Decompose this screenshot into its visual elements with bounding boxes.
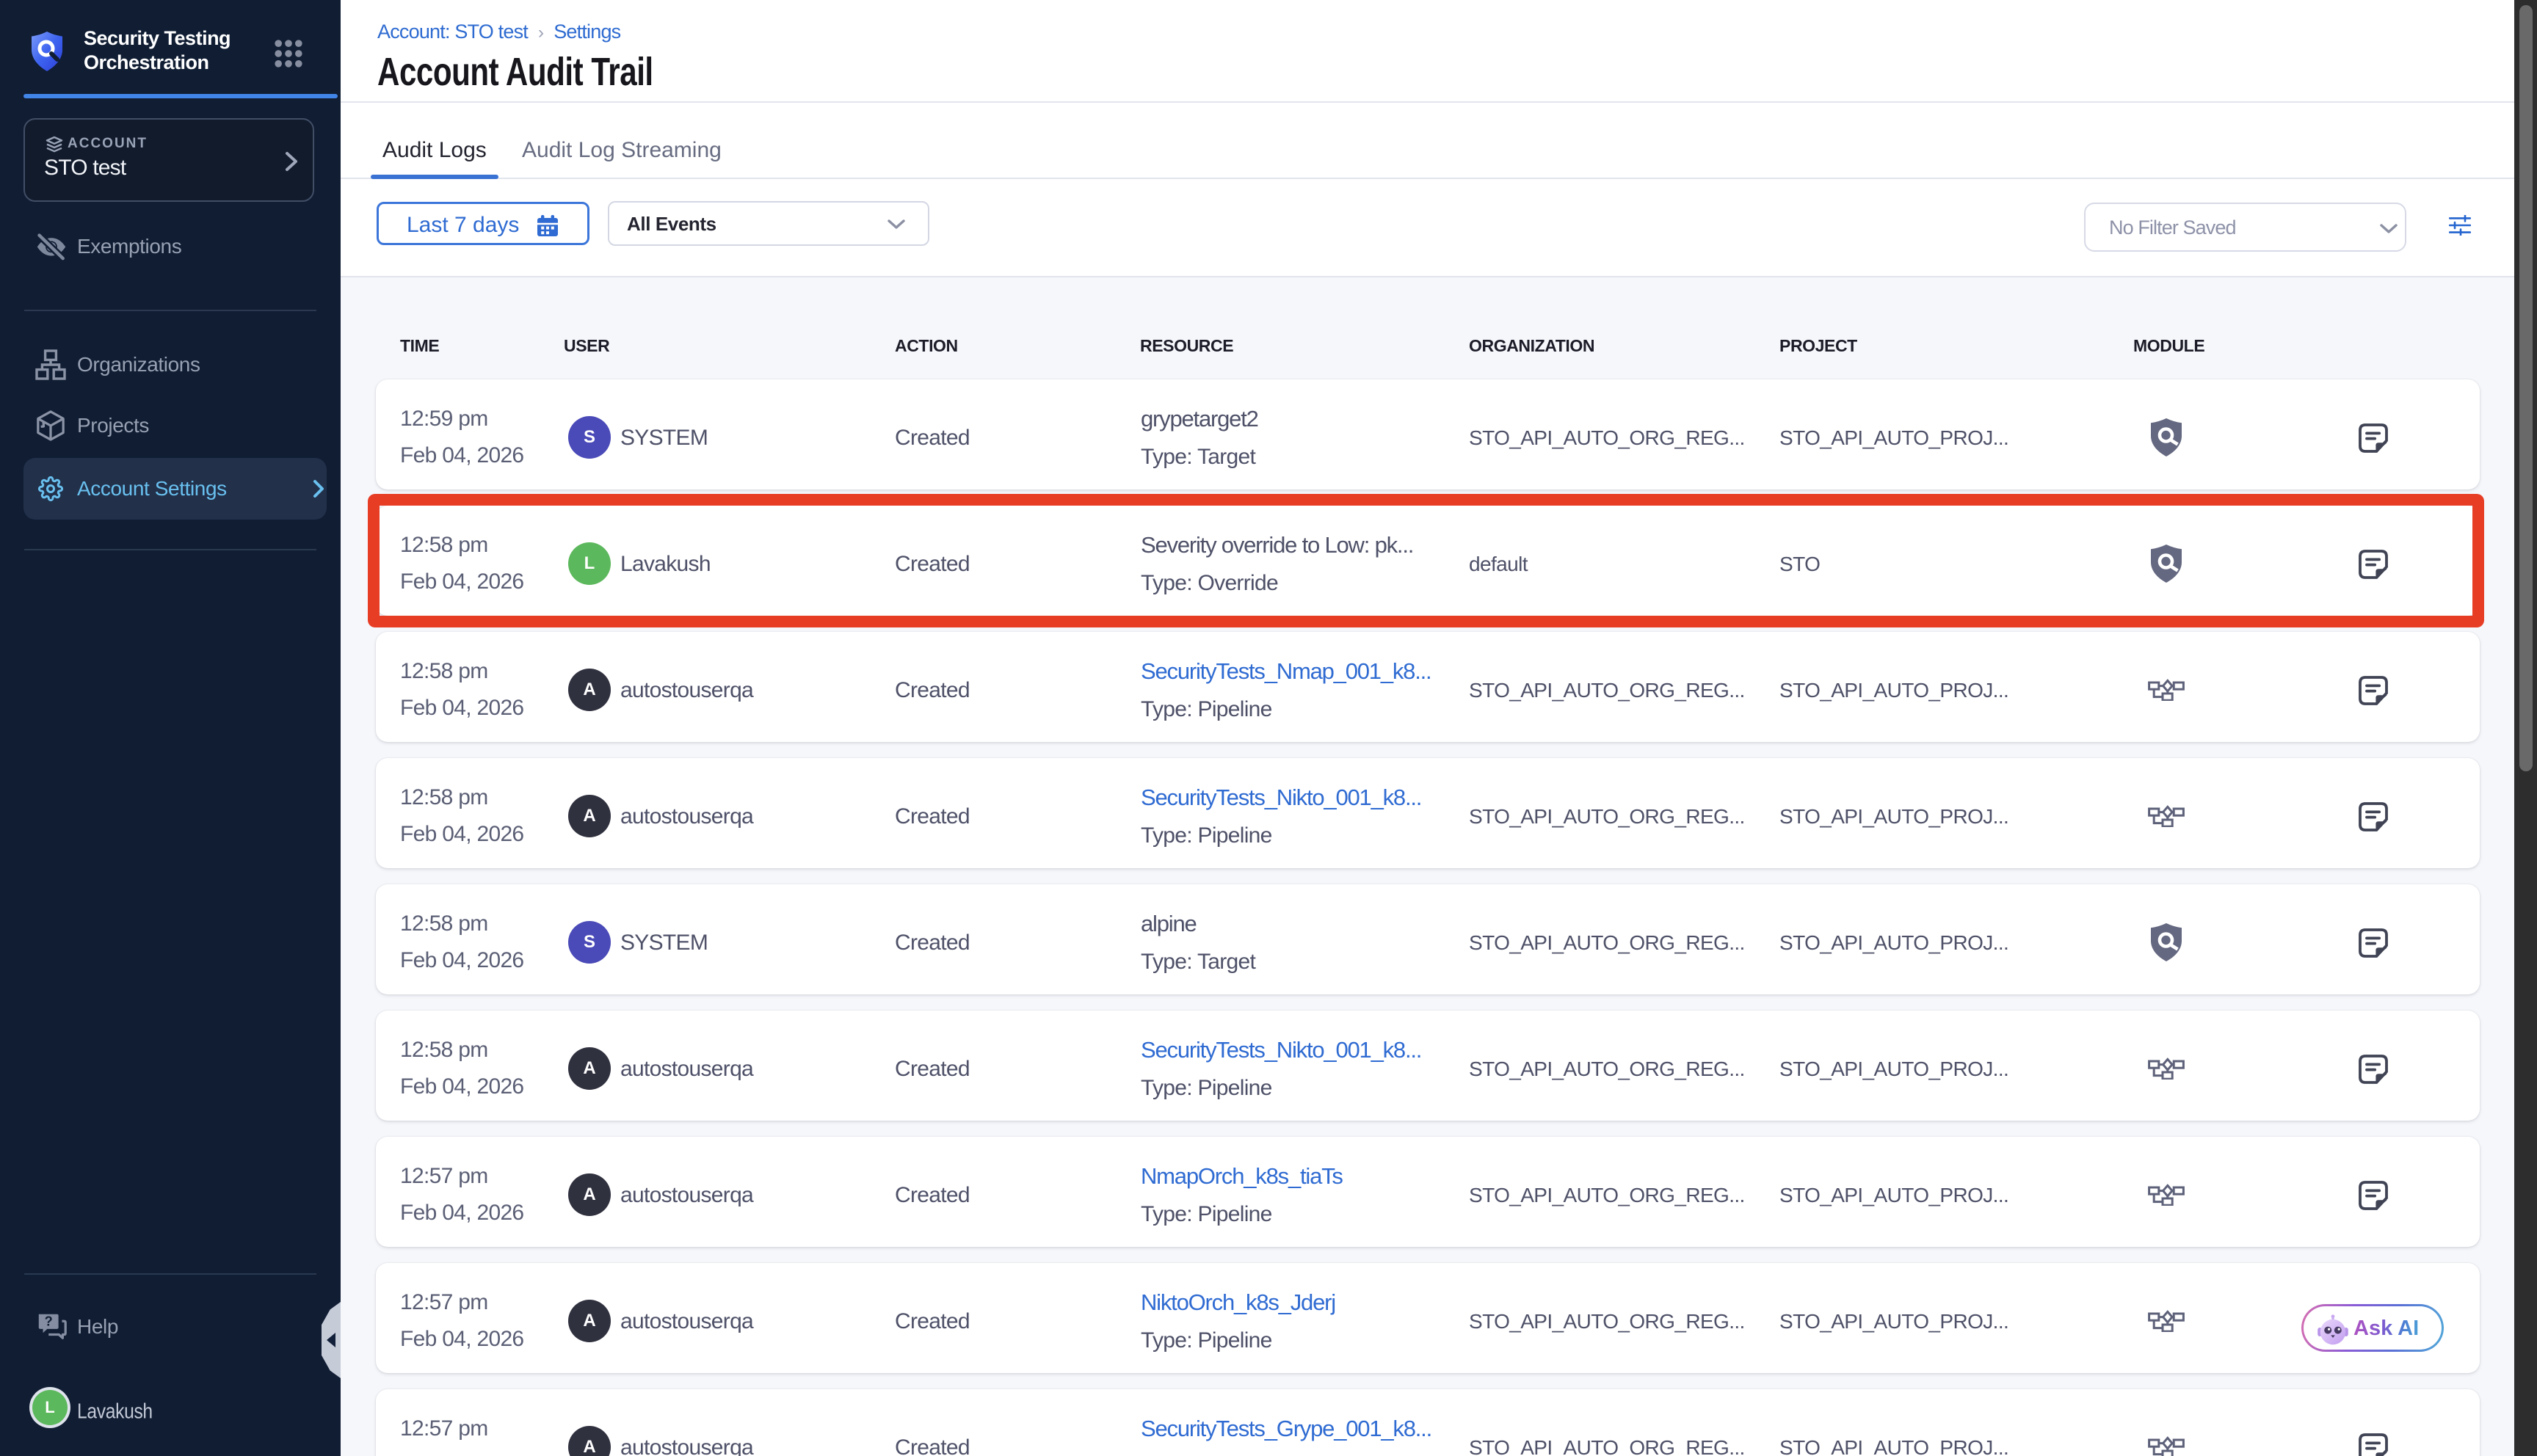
svg-text:?: ? [45,1314,53,1328]
